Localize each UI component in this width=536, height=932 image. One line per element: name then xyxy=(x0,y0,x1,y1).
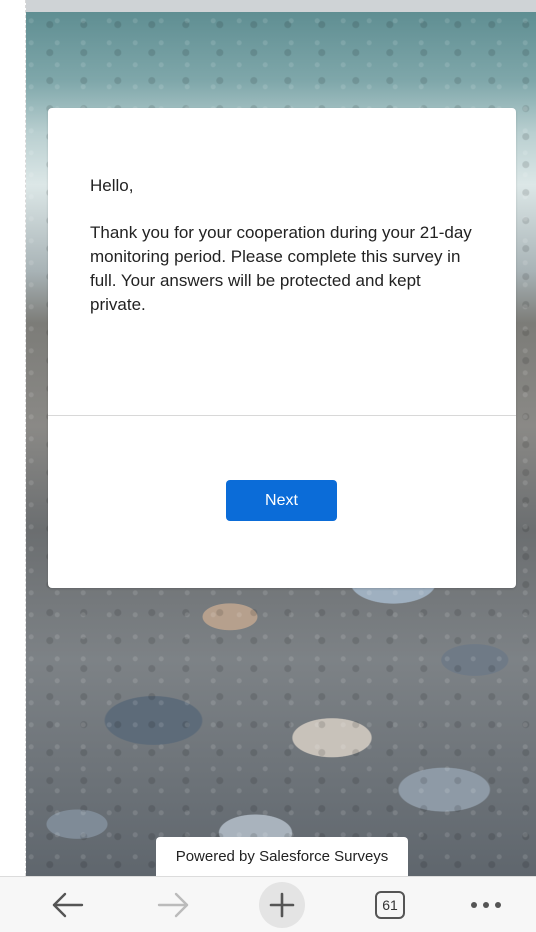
browser-viewport: Hello, Thank you for your cooperation du… xyxy=(0,0,536,932)
more-button[interactable] xyxy=(456,877,516,932)
next-button[interactable]: Next xyxy=(226,480,337,521)
intro-message: Thank you for your cooperation during yo… xyxy=(90,223,472,314)
new-tab-circle xyxy=(259,882,305,928)
forward-button[interactable] xyxy=(143,877,203,932)
plus-icon xyxy=(269,892,295,918)
left-gutter xyxy=(0,0,26,876)
arrow-right-icon xyxy=(157,892,189,918)
arrow-left-icon xyxy=(52,892,84,918)
browser-toolbar: 61 xyxy=(0,876,536,932)
card-divider xyxy=(48,415,516,416)
top-strip xyxy=(26,0,536,12)
back-button[interactable] xyxy=(38,877,98,932)
powered-by-label: Powered by Salesforce Surveys xyxy=(156,837,408,876)
tab-count: 61 xyxy=(375,891,405,919)
new-tab-button[interactable] xyxy=(252,877,312,932)
greeting-text: Hello, xyxy=(90,176,134,195)
more-dots-icon xyxy=(471,902,501,908)
tabs-button[interactable]: 61 xyxy=(360,877,420,932)
survey-card: Hello, Thank you for your cooperation du… xyxy=(48,108,516,588)
